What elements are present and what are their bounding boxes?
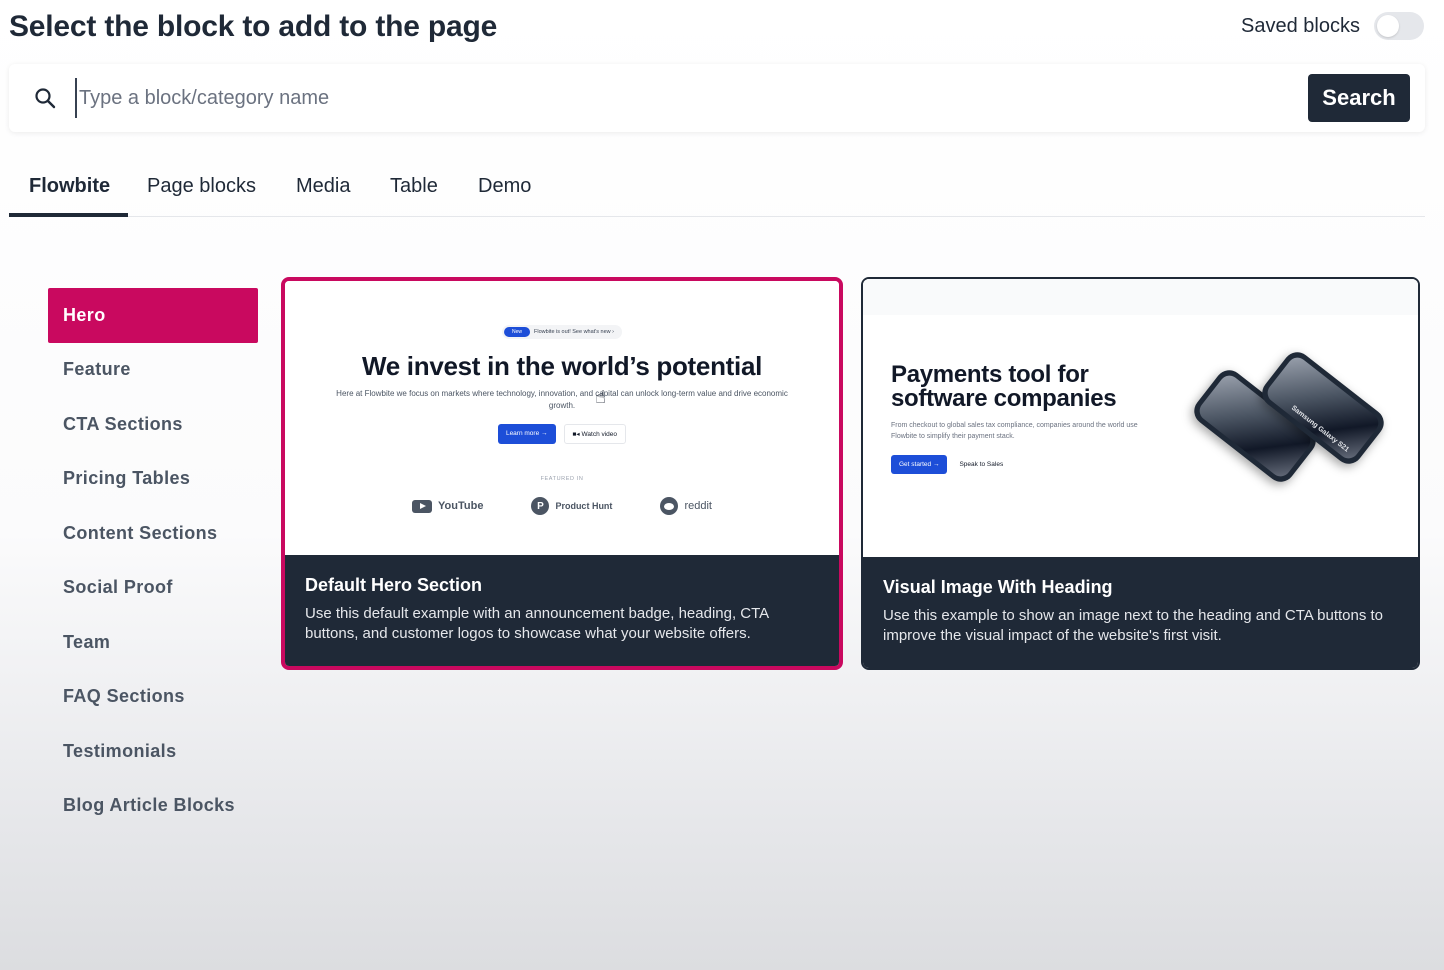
category-tabs: Flowbite Page blocks Media Table Demo <box>9 165 1425 217</box>
search-button[interactable]: Search <box>1308 74 1410 122</box>
youtube-logo-text: YouTube <box>438 500 484 512</box>
hand-pointer-icon: ☝ <box>595 387 606 407</box>
block-card-default-hero[interactable]: New Flowbite is out! See what's new › We… <box>281 277 843 670</box>
preview-top-strip <box>863 279 1418 315</box>
saved-blocks-control: Saved blocks <box>1241 12 1424 40</box>
tab-demo[interactable]: Demo <box>478 175 531 198</box>
watch-video-label: Watch video <box>581 431 618 438</box>
card-footer: Visual Image With Heading Use this examp… <box>863 557 1418 668</box>
badge-text: Flowbite is out! See what's new › <box>534 329 614 335</box>
sidebar-item-testimonials[interactable]: Testimonials <box>48 724 258 779</box>
sidebar-item-pricing-tables[interactable]: Pricing Tables <box>48 452 258 507</box>
page-header: Select the block to add to the page Save… <box>9 6 1424 46</box>
reddit-icon <box>660 497 679 515</box>
youtube-icon <box>412 499 433 513</box>
visual-hero-preview: Payments tool for software companies Fro… <box>863 315 1418 522</box>
preview-buttons: Get started → Speak to Sales <box>891 455 1003 474</box>
sidebar-item-hero[interactable]: Hero <box>48 288 258 343</box>
sidebar-item-social-proof[interactable]: Social Proof <box>48 561 258 616</box>
phones-image: Samsung Galaxy S21 <box>1185 337 1405 497</box>
card-title: Default Hero Section <box>305 575 483 595</box>
announcement-badge: New Flowbite is out! See what's new › <box>502 325 622 339</box>
youtube-logo: YouTube <box>412 499 484 513</box>
block-preview: New Flowbite is out! See what's new › We… <box>285 281 839 560</box>
saved-blocks-label: Saved blocks <box>1241 14 1360 37</box>
reddit-logo-text: reddit <box>684 500 712 512</box>
preview-heading-line1: Payments tool for <box>891 361 1089 388</box>
block-category-sidebar: Hero Feature CTA Sections Pricing Tables… <box>48 288 258 833</box>
search-input[interactable] <box>75 78 1295 118</box>
card-description: Use this example to show an image next t… <box>883 607 1384 644</box>
preview-heading-line2: software companies <box>891 385 1117 412</box>
preview-speak-to-sales-link: Speak to Sales <box>959 461 1004 468</box>
preview-heading: We invest in the world’s potential <box>361 351 763 381</box>
tab-page-blocks[interactable]: Page blocks <box>147 175 256 198</box>
preview-buttons: Learn more → ■◂ Watch video <box>285 424 839 444</box>
sidebar-item-content-sections[interactable]: Content Sections <box>48 506 258 561</box>
badge-new: New <box>504 327 531 337</box>
card-description: Use this default example with an announc… <box>305 605 769 642</box>
tab-flowbite[interactable]: Flowbite <box>29 175 110 198</box>
sidebar-item-feature[interactable]: Feature <box>48 343 258 398</box>
sidebar-item-team[interactable]: Team <box>48 615 258 670</box>
page-title: Select the block to add to the page <box>9 10 498 43</box>
featured-in-label: FEATURED IN <box>540 476 584 482</box>
product-hunt-logo-text: Product Hunt <box>555 501 613 511</box>
preview-heading: Payments tool for software companies <box>891 361 1117 412</box>
tab-table[interactable]: Table <box>390 175 438 198</box>
search-bar: Search <box>9 64 1425 132</box>
preview-get-started-button: Get started → <box>891 455 948 474</box>
block-preview: Payments tool for software companies Fro… <box>863 279 1418 558</box>
preview-watch-video-button: ■◂ Watch video <box>563 424 627 444</box>
preview-learn-more-button: Learn more → <box>497 424 556 444</box>
video-camera-icon: ■◂ <box>572 431 582 438</box>
card-footer: Default Hero Section Use this default ex… <box>285 555 839 666</box>
toggle-knob <box>1377 15 1399 37</box>
preview-subtext: Here at Flowbite we focus on markets whe… <box>336 389 788 410</box>
tab-media[interactable]: Media <box>296 175 350 198</box>
product-hunt-icon: P <box>531 497 550 515</box>
sidebar-item-blog-article-blocks[interactable]: Blog Article Blocks <box>48 779 258 834</box>
card-title: Visual Image With Heading <box>883 577 1113 597</box>
sidebar-item-faq-sections[interactable]: FAQ Sections <box>48 670 258 725</box>
hero-preview: New Flowbite is out! See what's new › We… <box>285 281 839 560</box>
active-tab-indicator <box>9 213 128 217</box>
block-card-visual-image-heading[interactable]: Payments tool for software companies Fro… <box>861 277 1420 670</box>
preview-subtext: From checkout to global sales tax compli… <box>891 422 1138 440</box>
customer-logos: YouTube P Product Hunt reddit <box>285 497 839 515</box>
product-hunt-logo: P Product Hunt <box>531 497 612 515</box>
reddit-logo: reddit <box>660 497 712 515</box>
search-icon <box>35 88 56 109</box>
sidebar-item-cta-sections[interactable]: CTA Sections <box>48 397 258 452</box>
saved-blocks-toggle[interactable] <box>1374 12 1424 40</box>
